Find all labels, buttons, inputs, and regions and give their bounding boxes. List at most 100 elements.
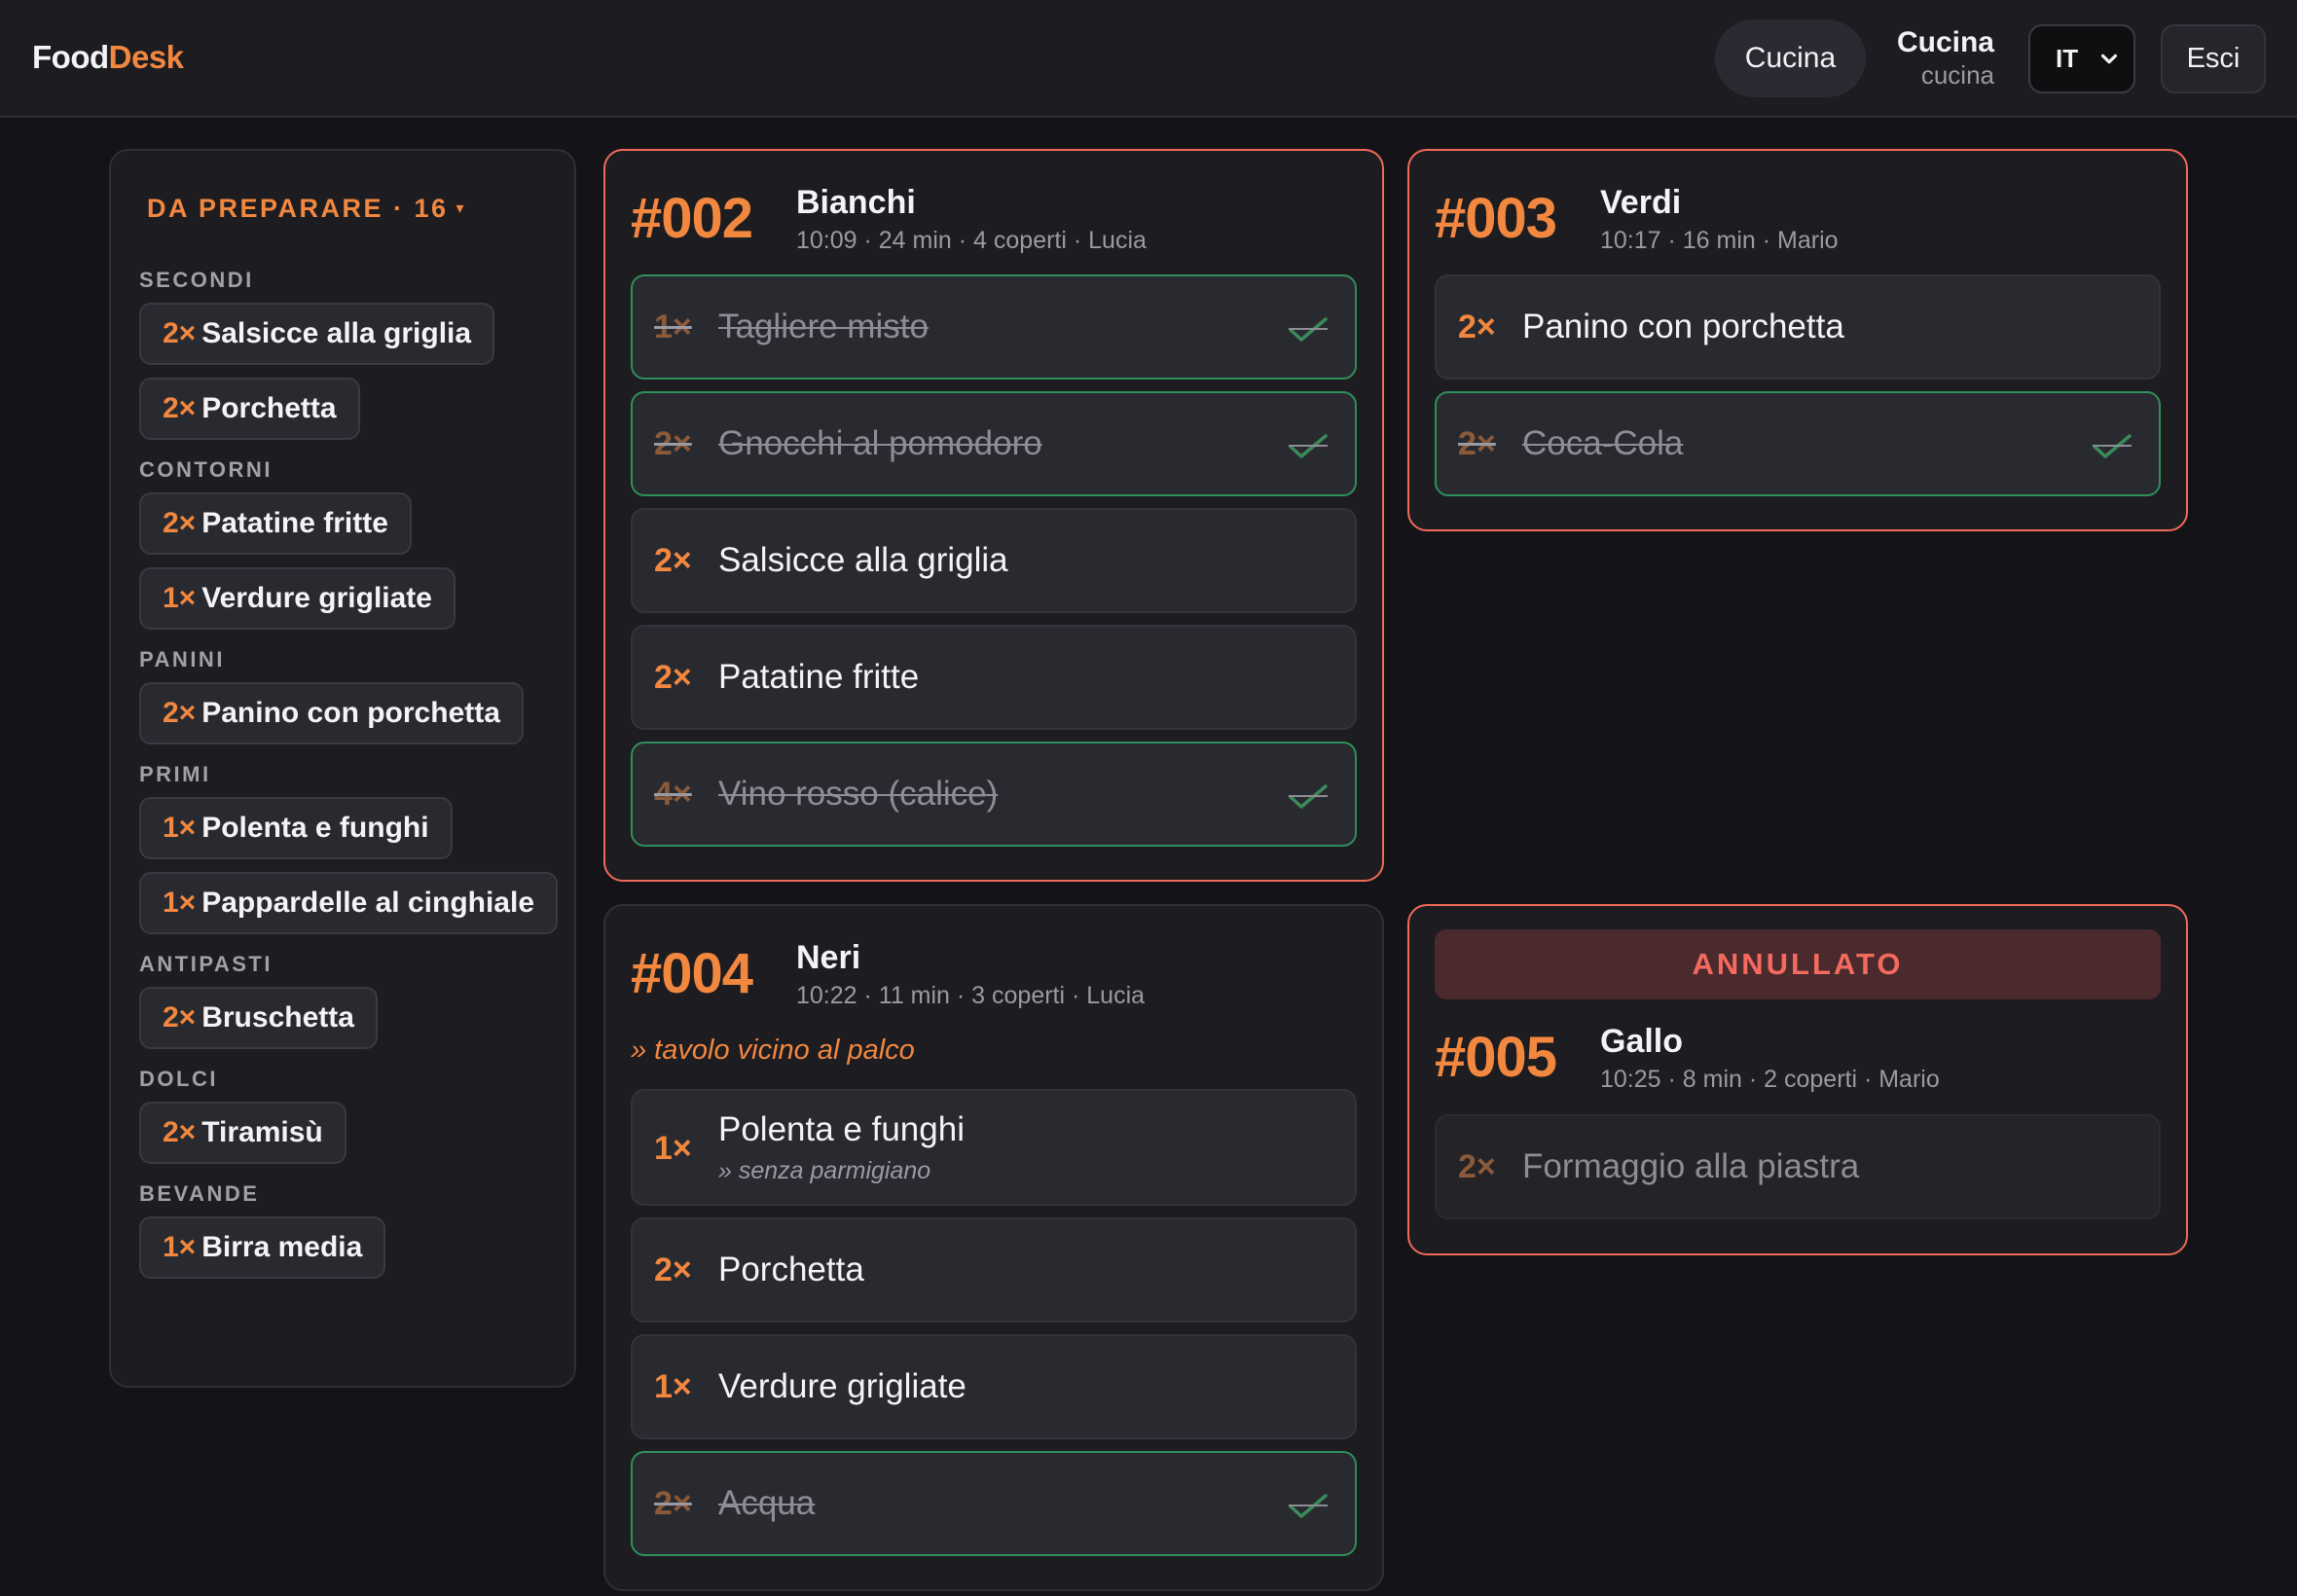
item-name: Polenta e funghi: [718, 1110, 965, 1148]
order-item[interactable]: 2× Panino con porchetta: [1435, 274, 2161, 380]
logout-button[interactable]: Esci: [2161, 24, 2266, 93]
item-name: Tiramisù: [201, 1116, 323, 1148]
item-name-block: Polenta e funghi » senza parmigiano: [718, 1110, 965, 1185]
category-heading: CONTORNI: [139, 457, 273, 482]
item-name: Patatine fritte: [201, 507, 388, 539]
item-qty: 2×: [654, 541, 692, 579]
order-card-002: #002 Bianchi 10:09 · 24 min · 4 coperti …: [603, 149, 1384, 882]
role-button[interactable]: Cucina: [1715, 19, 1866, 97]
order-meta: 10:25 · 8 min · 2 coperti · Mario: [1600, 1066, 1940, 1093]
item-name: Tagliere misto: [718, 308, 929, 345]
order-item[interactable]: 2× Patatine fritte: [631, 625, 1357, 730]
customer-name: Neri: [796, 939, 861, 976]
summary-item[interactable]: 2× Porchetta: [139, 378, 360, 440]
item-qty: 4×: [654, 775, 692, 813]
item-name: Verdure grigliate: [201, 582, 432, 614]
check-icon: [2093, 434, 2132, 458]
item-qty: 1×: [654, 308, 692, 345]
user-role: cucina: [1920, 60, 1994, 90]
order-header: #005 Gallo 10:25 · 8 min · 2 coperti · M…: [1435, 1023, 2161, 1103]
item-qty: 1×: [163, 887, 197, 919]
item-name: Pappardelle al cinghiale: [201, 887, 535, 919]
app-logo[interactable]: FoodDesk: [32, 39, 184, 76]
check-icon: [1289, 434, 1328, 458]
summary-list: SECONDI 2× Salsicce alla griglia 2× Porche…: [139, 268, 565, 1291]
order-item[interactable]: 2× Coca-Cola: [1435, 391, 2161, 496]
summary-toggle[interactable]: DA PREPARARE · 16 ▾: [147, 194, 466, 224]
category-heading: BEVANDE: [139, 1181, 260, 1206]
item-qty: 2×: [163, 317, 197, 349]
summary-title: DA PREPARARE · 16: [147, 194, 449, 223]
item-name: Verdure grigliate: [718, 1367, 966, 1405]
summary-item[interactable]: 2× Panino con porchetta: [139, 682, 524, 744]
order-items: 1× Tagliere misto 2× Gnocchi al pomodoro 2…: [631, 274, 1357, 858]
user-info: Cucina cucina: [1897, 25, 1994, 90]
order-item: 2× Formaggio alla piastra: [1435, 1114, 2161, 1219]
item-qty: 2×: [163, 697, 197, 729]
language-value: IT: [2056, 44, 2079, 73]
item-name: Salsicce alla griglia: [718, 541, 1008, 579]
order-item[interactable]: 1× Verdure grigliate: [631, 1334, 1357, 1439]
item-note: » senza parmigiano: [718, 1157, 931, 1184]
category-heading: ANTIPASTI: [139, 952, 273, 976]
customer-name: Verdi: [1600, 184, 1682, 221]
cancelled-banner: ANNULLATO: [1435, 929, 2161, 999]
order-item[interactable]: 1× Tagliere misto: [631, 274, 1357, 380]
order-item[interactable]: 1× Polenta e funghi » senza parmigiano: [631, 1089, 1357, 1206]
summary-item[interactable]: 2× Tiramisù: [139, 1102, 346, 1164]
order-item[interactable]: 2× Porchetta: [631, 1217, 1357, 1323]
customer-name: Bianchi: [796, 184, 916, 221]
item-qty: 1×: [163, 812, 197, 844]
summary-item[interactable]: 1× Verdure grigliate: [139, 567, 456, 630]
item-qty: 2×: [1458, 1147, 1496, 1185]
order-item[interactable]: 2× Acqua: [631, 1451, 1357, 1556]
item-qty: 1×: [163, 1231, 197, 1263]
order-items: 2× Formaggio alla piastra: [1435, 1114, 2161, 1231]
item-name: Porchetta: [718, 1251, 864, 1288]
order-item[interactable]: 2× Gnocchi al pomodoro: [631, 391, 1357, 496]
item-name: Vino rosso (calice): [718, 775, 999, 813]
order-card-003: #003 Verdi 10:17 · 16 min · Mario 2× Pani…: [1407, 149, 2188, 531]
summary-item[interactable]: 2× Salsicce alla griglia: [139, 303, 495, 365]
logo-desk: Desk: [108, 39, 184, 75]
category-heading: PRIMI: [139, 762, 211, 786]
check-icon: [1289, 1494, 1328, 1518]
order-items: 1× Polenta e funghi » senza parmigiano 2× P…: [631, 1089, 1357, 1568]
item-qty: 2×: [163, 1116, 197, 1148]
check-icon: [1289, 784, 1328, 809]
order-items: 2× Panino con porchetta 2× Coca-Cola: [1435, 274, 2161, 508]
item-name: Birra media: [201, 1231, 363, 1263]
item-name: Porchetta: [201, 392, 337, 424]
order-number: #004: [631, 942, 753, 1005]
summary-item[interactable]: 2× Bruschetta: [139, 987, 378, 1049]
summary-item[interactable]: 2× Patatine fritte: [139, 492, 412, 555]
item-qty: 2×: [1458, 424, 1496, 462]
item-qty: 2×: [654, 658, 692, 696]
order-item[interactable]: 2× Salsicce alla griglia: [631, 508, 1357, 613]
language-select[interactable]: IT: [2028, 24, 2135, 93]
item-qty: 2×: [654, 424, 692, 462]
item-name: Patatine fritte: [718, 658, 920, 696]
item-qty: 2×: [163, 1001, 197, 1034]
order-header: #004 Neri 10:22 · 11 min · 3 coperti · L…: [631, 939, 1357, 1019]
top-bar: FoodDesk Cucina Cucina cucina IT Esci: [0, 0, 2297, 118]
order-item[interactable]: 4× Vino rosso (calice): [631, 742, 1357, 847]
item-name: Panino con porchetta: [1522, 308, 1844, 345]
category-heading: SECONDI: [139, 268, 254, 292]
item-name: Formaggio alla piastra: [1522, 1147, 1860, 1185]
summary-item[interactable]: 1× Polenta e funghi: [139, 797, 453, 859]
chevron-down-icon: [2100, 54, 2118, 64]
item-qty: 1×: [163, 582, 197, 614]
order-meta: 10:22 · 11 min · 3 coperti · Lucia: [796, 982, 1146, 1009]
order-meta: 10:17 · 16 min · Mario: [1600, 227, 1839, 254]
item-qty: 2×: [654, 1484, 692, 1522]
item-name: Acqua: [718, 1484, 816, 1522]
item-name: Panino con porchetta: [201, 697, 500, 729]
order-header: #003 Verdi 10:17 · 16 min · Mario: [1435, 184, 2161, 264]
order-card-005: ANNULLATO #005 Gallo 10:25 · 8 min · 2 c…: [1407, 904, 2188, 1255]
order-meta: 10:09 · 24 min · 4 coperti · Lucia: [796, 227, 1147, 254]
summary-item[interactable]: 1× Birra media: [139, 1216, 386, 1279]
order-number: #002: [631, 187, 753, 250]
item-qty: 1×: [654, 1367, 692, 1405]
summary-item[interactable]: 1× Pappardelle al cinghiale: [139, 872, 559, 934]
